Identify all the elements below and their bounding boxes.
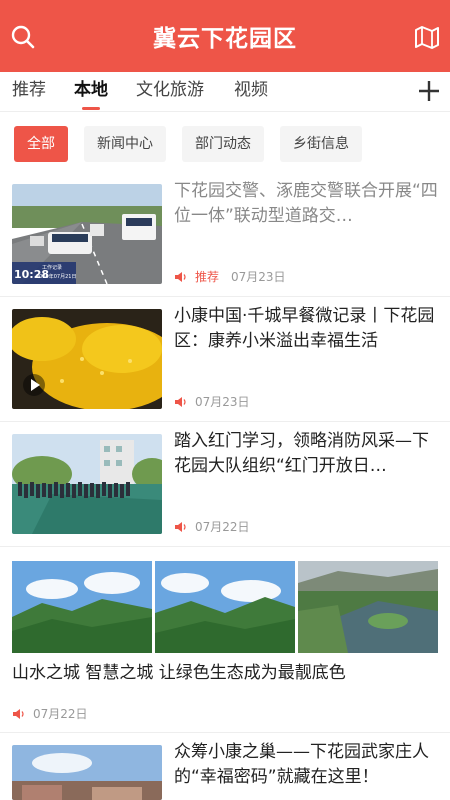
village-image	[12, 745, 162, 800]
mountain-landscape-image	[155, 561, 295, 653]
speaker-icon	[175, 271, 186, 282]
map-icon[interactable]	[414, 24, 440, 50]
tab-video[interactable]: 视频	[234, 72, 268, 112]
news-meta: 07月22日	[174, 518, 250, 535]
tab-local[interactable]: 本地	[74, 72, 108, 112]
add-channel-icon[interactable]	[416, 78, 442, 104]
recommend-tag: 推荐	[195, 270, 220, 284]
app-header: 冀云下花园区	[0, 0, 450, 72]
thumb-label: 工作记录	[42, 265, 63, 271]
tab-culture-tourism[interactable]: 文化旅游	[136, 72, 204, 112]
news-title: 踏入红门学习，领略消防风采—下花园大队组织“红门开放日…	[174, 431, 429, 476]
news-item[interactable]: 踏入红门学习，领略消防风采—下花园大队组织“红门开放日… 07月22日	[0, 422, 450, 547]
news-title: 小康中国·千城早餐微记录丨下花园区：康养小米溢出幸福生活	[174, 306, 435, 351]
tab-recommend[interactable]: 推荐	[12, 72, 46, 112]
news-item[interactable]: 山水之城 智慧之城 让绿色生态成为最靓底色 07月22日	[0, 547, 450, 733]
search-icon[interactable]	[10, 24, 36, 50]
news-thumbnail: 10:28 2020年07月21日 工作记录	[12, 184, 162, 284]
news-thumbnail	[298, 561, 438, 653]
chip-street-info[interactable]: 乡街信息	[280, 126, 362, 162]
news-thumbnail	[12, 309, 162, 409]
news-date: 07月23日	[195, 395, 250, 409]
news-thumbnail	[12, 561, 152, 653]
news-date: 07月22日	[195, 520, 250, 534]
news-title: 众筹小康之巢——下花园武家庄人的“幸福密码”就藏在这里！	[174, 742, 429, 787]
news-title: 山水之城 智慧之城 让绿色生态成为最靓底色	[12, 663, 346, 683]
chip-all[interactable]: 全部	[14, 126, 68, 162]
news-title: 下花园交警、涿鹿交警联合开展“四位一体”联动型道路交…	[174, 181, 438, 226]
speaker-icon	[175, 396, 186, 407]
news-date: 07月23日	[231, 270, 286, 284]
news-date: 07月22日	[33, 707, 88, 721]
app-title: 冀云下花园区	[153, 26, 297, 52]
news-thumbnail	[12, 434, 162, 534]
news-image-gallery	[12, 561, 438, 653]
thumb-date: 2020年07月21日	[36, 274, 77, 280]
news-meta: 07月22日	[12, 705, 88, 722]
news-meta: 07月23日	[174, 393, 250, 410]
speaker-icon	[13, 708, 24, 719]
speaker-icon	[175, 521, 186, 532]
news-item[interactable]: 众筹小康之巢——下花园武家庄人的“幸福密码”就藏在这里！	[0, 733, 450, 800]
news-item[interactable]: 10:28 2020年07月21日 工作记录 下花园交警、涿鹿交警联合开展“四位…	[0, 172, 450, 297]
sub-category-chips: 全部 新闻中心 部门动态 乡街信息	[0, 126, 450, 164]
news-item[interactable]: 小康中国·千城早餐微记录丨下花园区：康养小米溢出幸福生活 07月23日	[0, 297, 450, 422]
wetland-image	[298, 561, 438, 653]
fire-station-image	[12, 434, 162, 534]
category-tabs: 推荐 本地 文化旅游 视频	[0, 72, 450, 112]
millet-image	[12, 309, 162, 409]
news-meta: 推荐 07月23日	[174, 268, 286, 285]
chip-department-news[interactable]: 部门动态	[182, 126, 264, 162]
chip-news-center[interactable]: 新闻中心	[84, 126, 166, 162]
news-thumbnail	[12, 745, 162, 800]
mountain-landscape-image	[12, 561, 152, 653]
news-thumbnail	[155, 561, 295, 653]
